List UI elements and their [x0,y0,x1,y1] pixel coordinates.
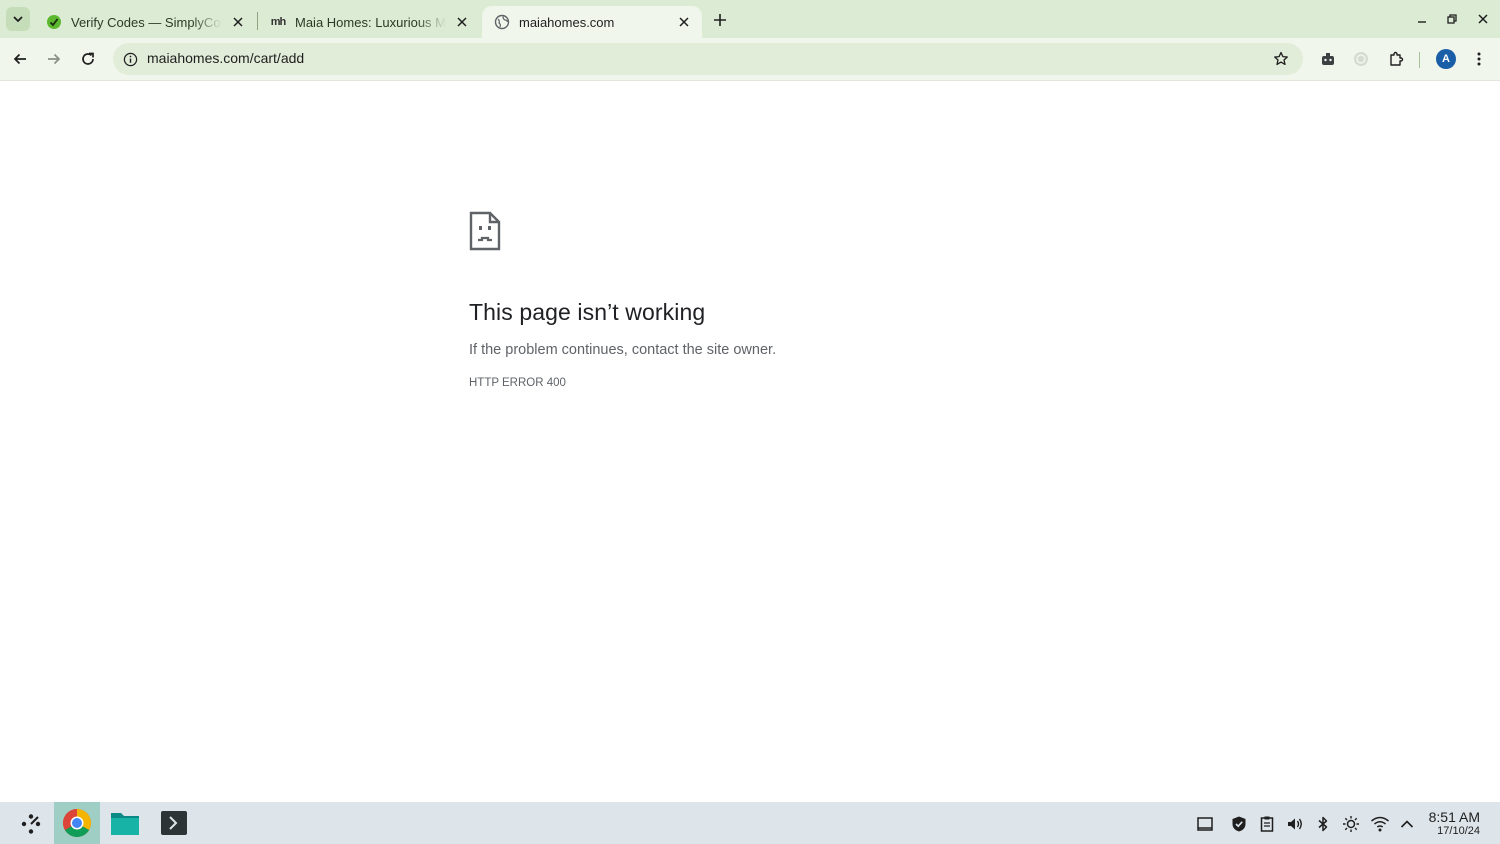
tray-wifi-icon[interactable] [1370,814,1390,834]
tab-strip: Verify Codes — SimplyCodes mh Maia Homes… [0,0,1500,38]
new-tab-button[interactable] [708,8,732,32]
minimize-icon [1418,21,1426,23]
terminal-icon [161,811,187,835]
circle-extension-icon [1354,52,1368,66]
minimize-button[interactable] [1412,9,1432,29]
tab-search-button[interactable] [6,7,30,31]
address-bar[interactable]: maiahomes.com/cart/add [113,43,1303,75]
tray-expand-icon[interactable] [1397,814,1417,834]
back-button[interactable] [8,47,32,71]
tab-maia-homes[interactable]: mh Maia Homes: Luxurious Maia [258,6,480,38]
system-clock[interactable]: 8:51 AM 17/10/24 [1429,810,1480,838]
toolbar-divider [1419,52,1420,68]
close-icon[interactable] [230,14,246,30]
sad-page-icon [469,211,501,251]
robot-extension-icon [1322,53,1334,65]
error-title: This page isn’t working [469,299,706,325]
site-info-icon[interactable] [120,49,140,69]
tray-clipboard-icon[interactable] [1257,814,1277,834]
restore-icon [1447,14,1457,24]
chevron-down-icon [13,16,23,22]
tab-title: Verify Codes — SimplyCodes [71,14,222,30]
tab-title: maiahomes.com [519,14,615,30]
arrow-right-icon [48,53,61,65]
reload-button[interactable] [76,47,100,71]
tray-window-icon[interactable] [1195,814,1215,834]
taskbar-terminal[interactable] [151,802,197,844]
arrow-left-icon [13,53,26,65]
extensions-menu-button[interactable] [1384,47,1408,71]
error-content: This page isn’t working If the problem c… [469,211,1069,389]
restore-button[interactable] [1442,9,1462,29]
reload-icon [82,52,94,65]
bookmark-star-icon[interactable] [1271,49,1291,69]
browser-toolbar: maiahomes.com/cart/add A [0,38,1500,81]
extension-button[interactable] [1316,47,1340,71]
taskbar-files[interactable] [102,802,148,844]
clock-date: 17/10/24 [1437,825,1480,837]
url-text[interactable]: maiahomes.com/cart/add [147,50,304,66]
tray-shield-icon[interactable] [1229,814,1249,834]
kebab-menu-icon [1477,52,1481,66]
taskbar: 8:51 AM 17/10/24 [0,802,1500,844]
simplycodes-icon [46,14,62,30]
profile-avatar[interactable]: A [1436,49,1456,69]
close-icon[interactable] [676,14,692,30]
tray-bluetooth-icon[interactable] [1313,814,1333,834]
close-icon[interactable] [454,14,470,30]
puzzle-icon [1390,51,1404,66]
launcher-icon [21,814,41,834]
tab-maiahomes-active[interactable]: maiahomes.com [482,6,702,38]
chrome-icon [63,809,91,837]
tab-verify-codes[interactable]: Verify Codes — SimplyCodes [34,6,256,38]
launcher-button[interactable] [18,811,44,837]
tray-brightness-icon[interactable] [1341,814,1361,834]
forward-button[interactable] [42,47,66,71]
files-icon [111,813,139,835]
error-code: HTTP ERROR 400 [469,377,566,389]
clock-time: 8:51 AM [1428,809,1480,825]
maia-homes-icon: mh [270,16,287,28]
taskbar-chrome[interactable] [54,802,100,844]
extension-button[interactable] [1349,47,1373,71]
error-description: If the problem continues, contact the si… [469,342,777,358]
plus-icon [714,14,726,26]
tab-title: Maia Homes: Luxurious Maia [295,14,446,30]
browser-menu-button[interactable] [1467,47,1491,71]
close-icon [1478,14,1488,24]
close-window-button[interactable] [1473,9,1493,29]
tray-volume-icon[interactable] [1285,814,1305,834]
globe-icon [494,14,510,30]
